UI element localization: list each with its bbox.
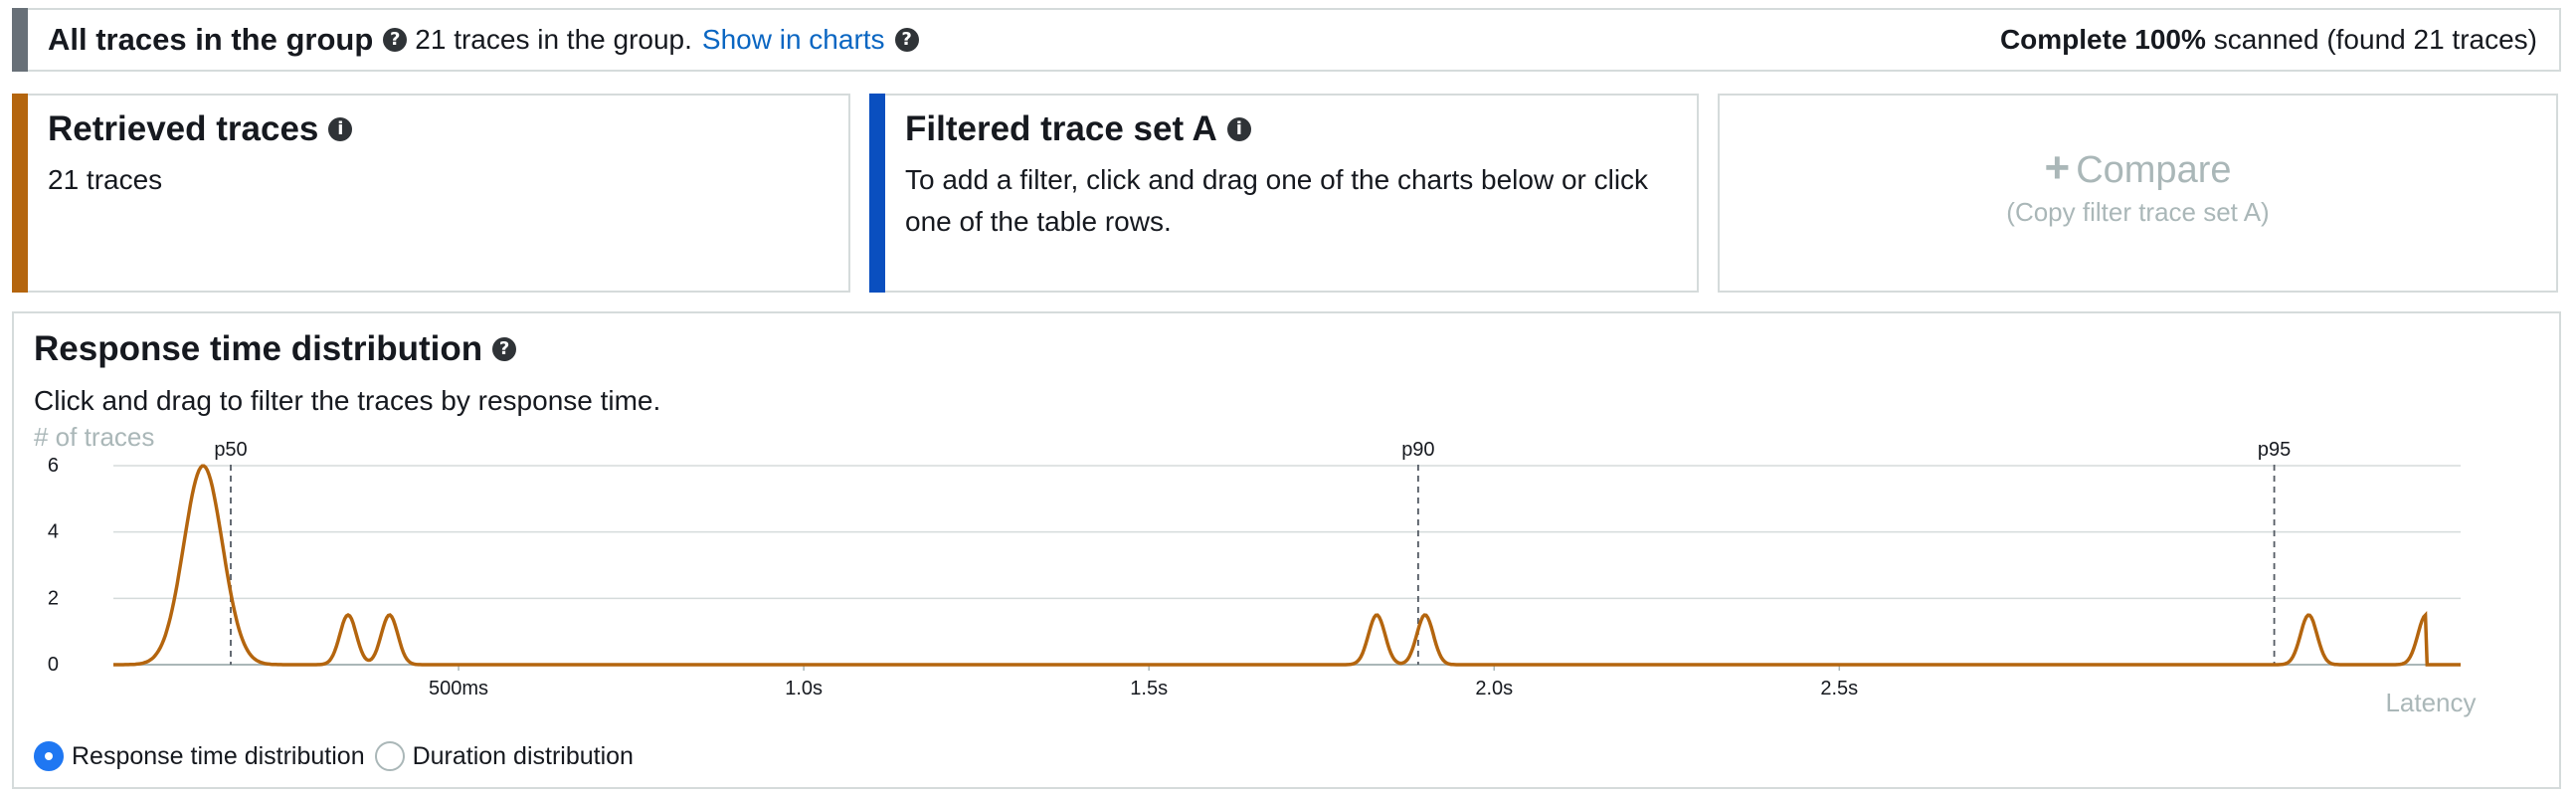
scan-status-text: scanned (found 21 traces)	[2213, 24, 2537, 55]
x-tick-label: 2.0s	[1475, 678, 1513, 700]
data-point	[2308, 615, 2309, 616]
data-point	[2426, 615, 2427, 616]
retrieved-count: 21 traces	[48, 164, 163, 195]
x-tick-label: 1.0s	[785, 678, 823, 700]
info-icon[interactable]: i	[328, 117, 353, 141]
data-point	[1424, 615, 1425, 616]
radio-duration[interactable]	[374, 741, 405, 771]
y-tick-label: 0	[48, 654, 59, 676]
scan-status-bold: Complete 100%	[1999, 24, 2206, 55]
radio-label[interactable]: Duration distribution	[413, 742, 634, 771]
data-point	[389, 615, 390, 616]
distribution-mode-toggle: Response time distribution Duration distr…	[34, 741, 644, 771]
compare-button[interactable]: + Compare (Copy filter trace set A)	[1718, 94, 2558, 293]
help-icon[interactable]: ?	[894, 28, 919, 52]
retrieved-accent-bar	[12, 94, 28, 293]
radio-response-time[interactable]	[34, 741, 64, 771]
filtered-title: Filtered trace set A	[905, 109, 1217, 148]
y-axis-label: # of traces	[34, 422, 154, 452]
retrieved-title: Retrieved traces	[48, 109, 319, 148]
percentile-label-p50: p50	[214, 439, 247, 461]
data-point	[1377, 615, 1378, 616]
group-summary-bar: All traces in the group ? 21 traces in t…	[12, 8, 2561, 72]
compare-sublabel: (Copy filter trace set A)	[2006, 197, 2270, 227]
group-trace-count: 21 traces in the group.	[415, 24, 692, 55]
y-tick-label: 2	[48, 587, 59, 609]
data-point	[348, 615, 349, 616]
radio-label[interactable]: Response time distribution	[72, 742, 365, 771]
show-in-charts-link[interactable]: Show in charts	[702, 24, 885, 56]
filtered-trace-set-card: Filtered trace set A i To add a filter, …	[869, 94, 1699, 293]
data-point	[203, 466, 204, 467]
x-tick-label: 1.5s	[1130, 678, 1168, 700]
retrieved-traces-card: Retrieved traces i 21 traces	[12, 94, 850, 293]
percentile-label-p90: p90	[1401, 439, 1434, 461]
group-title: All traces in the group	[48, 22, 374, 57]
help-icon[interactable]: ?	[383, 28, 408, 52]
distribution-curve	[113, 464, 2461, 667]
compare-label: Compare	[2076, 149, 2232, 191]
filtered-instructions: To add a filter, click and drag one of t…	[905, 164, 1649, 237]
info-icon[interactable]: i	[1226, 117, 1251, 141]
x-tick-label: 500ms	[429, 678, 488, 700]
x-tick-label: 2.5s	[1820, 678, 1858, 700]
response-time-chart[interactable]: # of traces 0 2 4 6 500ms 1.0s 1.5s 2.0s 2.5s Late…	[14, 313, 2563, 731]
filtered-accent-bar	[869, 94, 885, 293]
y-tick-label: 6	[48, 455, 59, 477]
x-axis-label: Latency	[2385, 688, 2476, 717]
y-tick-label: 4	[48, 521, 59, 543]
scan-status: Complete 100% scanned (found 21 traces)	[2000, 10, 2537, 70]
percentile-label-p95: p95	[2258, 439, 2291, 461]
group-accent-bar	[12, 8, 28, 72]
plus-icon: +	[2044, 143, 2071, 192]
response-time-distribution-panel: Response time distribution ? Click and d…	[12, 311, 2561, 789]
